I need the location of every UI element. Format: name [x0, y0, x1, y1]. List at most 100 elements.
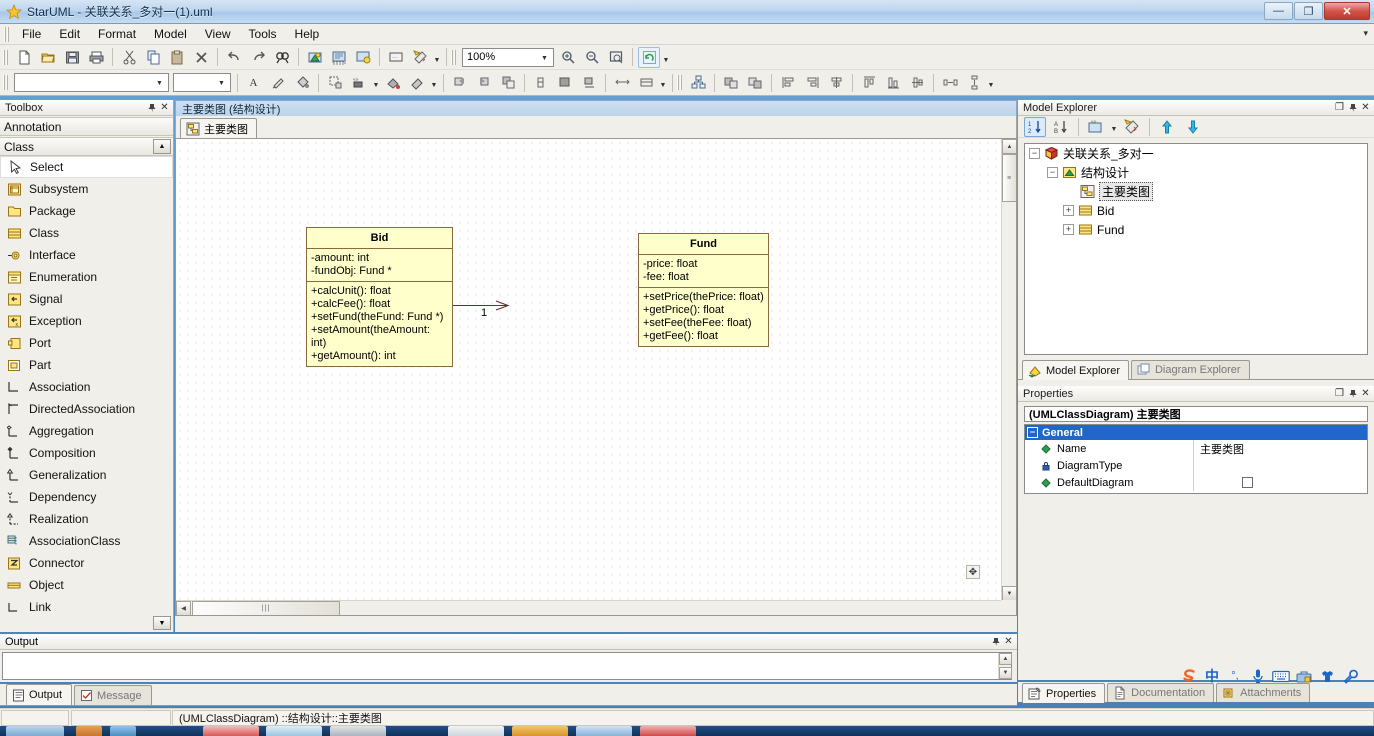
- undo-icon[interactable]: [223, 47, 245, 68]
- tree-item-diagram[interactable]: 主要类图: [1025, 182, 1367, 201]
- stereotype-dropdown-icon[interactable]: ▼: [371, 72, 381, 93]
- refresh-icon[interactable]: [638, 46, 660, 68]
- open-icon[interactable]: [37, 47, 59, 68]
- vertical-scroll-thumb[interactable]: ≡: [1002, 154, 1016, 202]
- taskbar-item[interactable]: [576, 726, 632, 736]
- toolbox-item-dependency[interactable]: Dependency: [0, 486, 173, 508]
- toolbox-item-subsystem[interactable]: Subsystem: [0, 178, 173, 200]
- toolbox-item-signal[interactable]: Signal: [0, 288, 173, 310]
- defaultdiagram-checkbox[interactable]: [1242, 477, 1253, 488]
- sort-alpha-icon[interactable]: AB: [1050, 117, 1072, 137]
- order-back-icon[interactable]: [473, 72, 495, 93]
- chevron-up-icon[interactable]: ▲: [153, 139, 171, 154]
- validate-icon[interactable]: [409, 47, 431, 68]
- toolbox-item-association[interactable]: Association: [0, 376, 173, 398]
- font-color-icon[interactable]: A: [243, 72, 265, 93]
- toolbox-item-aggregation[interactable]: Aggregation: [0, 420, 173, 442]
- taskbar-item[interactable]: [512, 726, 568, 736]
- fill-style-icon[interactable]: [382, 72, 404, 93]
- fill-color-icon[interactable]: [291, 72, 313, 93]
- move-down-icon[interactable]: [1182, 117, 1204, 137]
- toolbar-grip-zoom[interactable]: [451, 49, 456, 65]
- toolbox-item-realization[interactable]: Realization: [0, 508, 173, 530]
- pin-icon[interactable]: [989, 635, 1002, 648]
- settings-wrench-icon[interactable]: [1341, 667, 1359, 685]
- scroll-down-button[interactable]: ▼: [1002, 586, 1016, 601]
- restore-icon[interactable]: ❐: [1333, 101, 1346, 114]
- menu-model[interactable]: Model: [145, 25, 196, 43]
- skin-icon[interactable]: [1318, 667, 1336, 685]
- tree-item-model[interactable]: − 结构设计: [1025, 163, 1367, 182]
- scroll-left-button[interactable]: ◀: [176, 601, 191, 615]
- tab-output[interactable]: Output: [6, 684, 73, 705]
- filter-icon[interactable]: [1121, 117, 1143, 137]
- toolbar-grip-standard[interactable]: [3, 49, 8, 65]
- ungroup-icon[interactable]: [744, 72, 766, 93]
- tab-model-explorer[interactable]: Model Explorer: [1022, 360, 1129, 380]
- sogou-logo-icon[interactable]: [1180, 667, 1198, 685]
- print-icon[interactable]: [85, 47, 107, 68]
- add-diagram-icon[interactable]: [304, 47, 326, 68]
- underline-icon[interactable]: [578, 72, 600, 93]
- pin-icon[interactable]: [1346, 387, 1359, 400]
- menu-view[interactable]: View: [196, 25, 240, 43]
- new-icon[interactable]: [13, 47, 35, 68]
- chevron-down-icon[interactable]: ▼: [215, 77, 228, 90]
- line-style-dropdown-icon[interactable]: ▼: [429, 72, 439, 93]
- align-left-icon[interactable]: [777, 72, 799, 93]
- shape-icon[interactable]: [324, 72, 346, 93]
- order-forward-icon[interactable]: [497, 72, 519, 93]
- model-explorer-tree[interactable]: − 关联关系_多对一 − 结构设计 主要类图 + Bid + Fund: [1024, 143, 1368, 355]
- toolbox-item-link[interactable]: Link: [0, 596, 173, 618]
- diagram-canvas[interactable]: 0..* 1 Bid -amount: int -fundObj: Fund *…: [176, 139, 1002, 601]
- toolbar-dropdown-icon[interactable]: ▼: [432, 47, 442, 68]
- toolbox-item-select[interactable]: Select: [0, 156, 173, 178]
- order-front-icon[interactable]: [449, 72, 471, 93]
- toolbox-item-connector[interactable]: Connector: [0, 552, 173, 574]
- diagram-tab[interactable]: 主要类图: [180, 118, 257, 138]
- tree-expander[interactable]: −: [1029, 148, 1040, 159]
- taskbar-item[interactable]: [640, 726, 696, 736]
- close-icon[interactable]: ✕: [158, 101, 171, 114]
- pan-icon[interactable]: ✥: [966, 565, 980, 579]
- taskbar-start-button[interactable]: [6, 726, 64, 736]
- output-vertical-scrollbar[interactable]: ▲ ▼: [998, 653, 1012, 679]
- toolbox-group-annotation[interactable]: Annotation: [0, 117, 173, 136]
- property-row-defaultdiagram[interactable]: DefaultDiagram: [1025, 474, 1367, 491]
- tree-item-class-bid[interactable]: + Bid: [1025, 201, 1367, 220]
- taskbar-item[interactable]: [110, 726, 136, 736]
- refresh-dropdown-icon[interactable]: ▼: [661, 47, 671, 68]
- toolbox-item-generalization[interactable]: Generalization: [0, 464, 173, 486]
- pin-icon[interactable]: [145, 101, 158, 114]
- zoom-combo[interactable]: 100% ▼: [462, 47, 554, 67]
- microphone-icon[interactable]: [1249, 667, 1267, 685]
- delete-icon[interactable]: [190, 47, 212, 68]
- horizontal-scroll-thumb[interactable]: |||: [192, 601, 340, 615]
- redo-icon[interactable]: [247, 47, 269, 68]
- toolbox-item-interface[interactable]: Interface: [0, 244, 173, 266]
- line-style-icon[interactable]: [406, 72, 428, 93]
- tree-item-class-fund[interactable]: + Fund: [1025, 220, 1367, 239]
- space-horizontal-icon[interactable]: [939, 72, 961, 93]
- font-size-combo[interactable]: ▼: [173, 73, 231, 92]
- line-color-icon[interactable]: [267, 72, 289, 93]
- font-family-combo[interactable]: ▼: [14, 73, 169, 92]
- close-icon[interactable]: ✕: [1359, 387, 1372, 400]
- punctuation-icon[interactable]: °,: [1226, 667, 1244, 685]
- size-width-icon[interactable]: [611, 72, 633, 93]
- output-text-area[interactable]: ▲ ▼: [2, 652, 1012, 680]
- fit-window-icon[interactable]: [605, 47, 627, 68]
- scroll-up-button[interactable]: ▲: [999, 653, 1012, 665]
- paste-icon[interactable]: [166, 47, 188, 68]
- toolbar-grip-format[interactable]: [3, 75, 8, 90]
- toolbox-tray-icon[interactable]: [1295, 667, 1313, 685]
- close-button[interactable]: ✕: [1324, 2, 1370, 20]
- space-vertical-icon[interactable]: [963, 72, 985, 93]
- uml-class-bid[interactable]: Bid -amount: int -fundObj: Fund * +calcU…: [306, 227, 453, 367]
- menu-tools[interactable]: Tools: [240, 25, 286, 43]
- taskbar-item[interactable]: [448, 726, 504, 736]
- close-icon[interactable]: ✕: [1002, 635, 1015, 648]
- canvas-horizontal-scrollbar[interactable]: ◀ |||: [176, 600, 1002, 615]
- save-icon[interactable]: [61, 47, 83, 68]
- tree-expander[interactable]: +: [1063, 205, 1074, 216]
